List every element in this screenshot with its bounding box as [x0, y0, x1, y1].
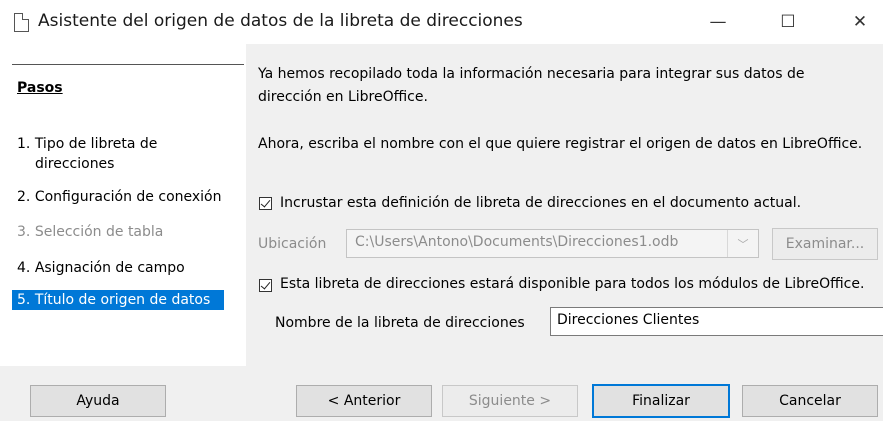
location-combobox: C:\Users\Antono\Documents\Direcciones1.o…: [346, 229, 759, 258]
address-book-name-input[interactable]: Direcciones Clientes: [550, 307, 883, 336]
embed-checkbox[interactable]: [259, 197, 272, 210]
cancel-button-label: Cancelar: [779, 393, 841, 409]
title-bar: Asistente del origen de datos de la libr…: [0, 0, 883, 44]
minimize-button[interactable]: —: [695, 0, 741, 44]
intro-text-line2: dirección en LibreOffice.: [258, 89, 428, 105]
embed-checkbox-label[interactable]: Incrustar esta definición de libreta de …: [280, 193, 801, 213]
step-label: Selección de tabla: [34, 224, 164, 240]
available-checkbox-label[interactable]: Esta libreta de direcciones estará dispo…: [280, 274, 864, 294]
steps-divider: [12, 64, 244, 65]
location-value: C:\Users\Antono\Documents\Direcciones1.o…: [355, 234, 679, 250]
step-label: Configuración de conexión: [34, 189, 222, 205]
steps-panel: Pasos 1. Tipo de libreta de direcciones …: [0, 44, 246, 366]
finish-button-label: Finalizar: [632, 393, 690, 409]
step-label-continued: direcciones: [35, 156, 115, 172]
step-number: 5.: [17, 292, 31, 308]
chevron-down-icon: ﹀: [727, 230, 758, 257]
step-label: Título de origen de datos: [34, 292, 211, 308]
cancel-button[interactable]: Cancelar: [742, 385, 878, 417]
step-label: Tipo de libreta de: [34, 136, 158, 152]
finish-button[interactable]: Finalizar: [592, 384, 730, 418]
browse-button-label: Examinar...: [785, 236, 865, 252]
step-data-source-title[interactable]: 5. Título de origen de datos: [12, 290, 224, 310]
close-button[interactable]: ✕: [837, 0, 883, 44]
maximize-button[interactable]: ☐: [765, 0, 811, 44]
next-button: Siguiente >: [442, 385, 578, 417]
help-button[interactable]: Ayuda: [30, 385, 166, 417]
window-title: Asistente del origen de datos de la libr…: [38, 11, 523, 31]
step-label: Asignación de campo: [34, 260, 185, 276]
step-table-selection: 3. Selección de tabla: [12, 222, 242, 242]
step-field-assignment[interactable]: 4. Asignación de campo: [12, 258, 242, 278]
steps-heading: Pasos: [17, 80, 63, 96]
available-checkbox[interactable]: [259, 279, 272, 292]
address-book-name-value: Direcciones Clientes: [557, 312, 700, 328]
step-number: 1.: [17, 136, 31, 152]
step-number: 3.: [17, 224, 31, 240]
instruction-text: Ahora, escriba el nombre con el que quie…: [258, 136, 863, 152]
document-icon: [14, 13, 29, 32]
back-button-label: < Anterior: [327, 393, 401, 409]
browse-button: Examinar...: [772, 228, 878, 260]
back-button[interactable]: < Anterior: [296, 385, 432, 417]
intro-text-line1: Ya hemos recopilado toda la información …: [258, 66, 805, 82]
step-address-book-type[interactable]: 1. Tipo de libreta de direcciones: [12, 134, 242, 174]
step-connection-settings[interactable]: 2. Configuración de conexión: [12, 187, 242, 207]
next-button-label: Siguiente >: [468, 393, 552, 409]
help-button-label: Ayuda: [76, 393, 120, 409]
name-field-label: Nombre de la libreta de direcciones: [275, 315, 525, 331]
step-number: 2.: [17, 189, 31, 205]
step-number: 4.: [17, 260, 31, 276]
location-label: Ubicación: [258, 236, 327, 252]
